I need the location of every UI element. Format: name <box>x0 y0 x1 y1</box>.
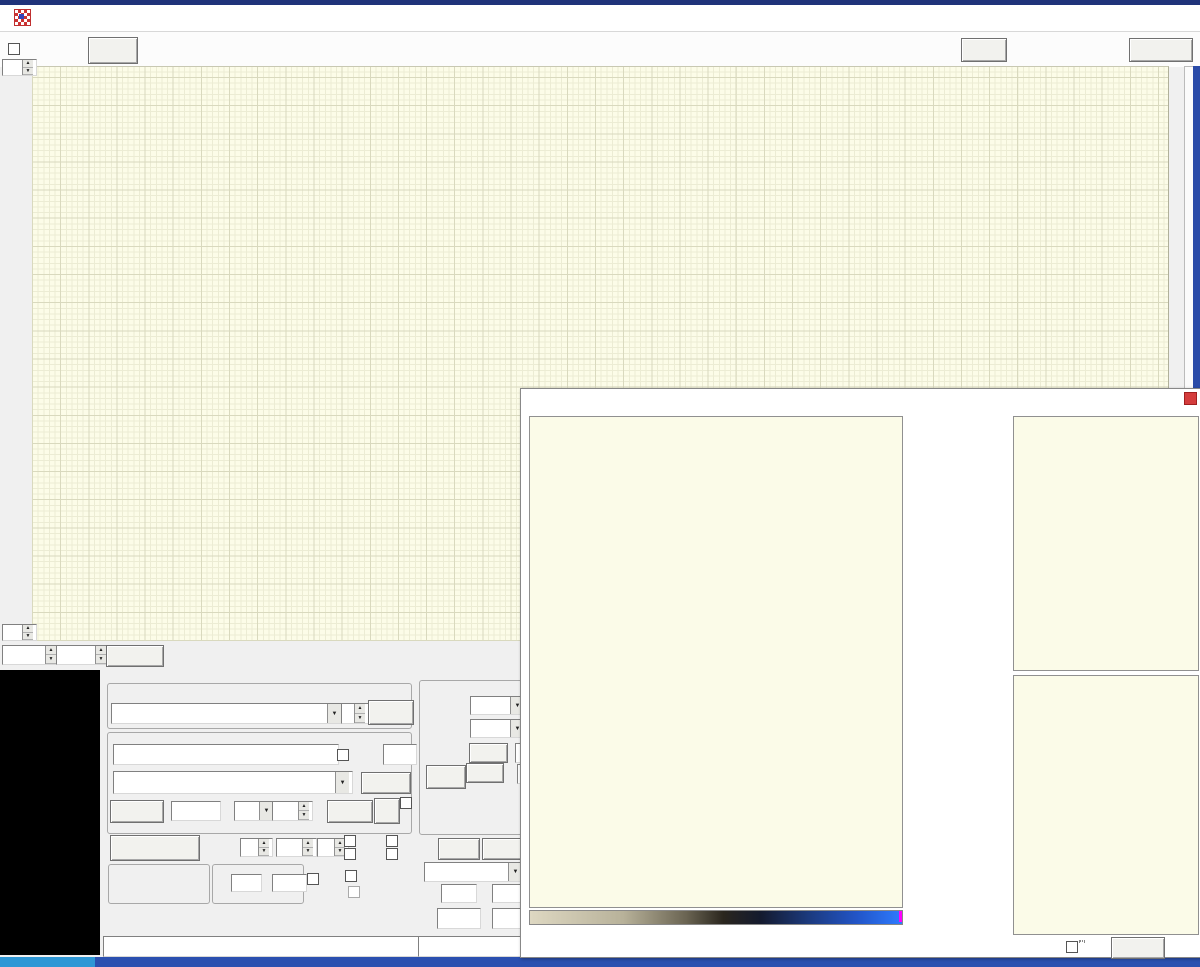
set-channel-button[interactable] <box>327 800 373 823</box>
quality-gradient-bar <box>529 910 903 925</box>
position-button[interactable] <box>469 743 508 763</box>
frequency-step-radios <box>112 876 206 896</box>
phase-chart-panel <box>1013 675 1199 935</box>
sr-auto-checkbox[interactable] <box>307 873 319 885</box>
dyn-spin1[interactable]: ▲ ▼ <box>240 838 273 857</box>
toolbar-checkbox-group <box>1010 35 1128 63</box>
sat-name-field[interactable] <box>113 744 339 765</box>
phase-save-button[interactable] <box>1111 937 1165 959</box>
device-combo[interactable]: ▼ <box>111 703 345 724</box>
gradient-end-tick <box>899 911 902 922</box>
device-index-spinner[interactable]: ▲ ▼ <box>341 703 369 724</box>
frequency-field[interactable] <box>171 801 221 821</box>
start-button[interactable] <box>368 700 414 725</box>
chevron-down-icon: ▼ <box>335 772 349 793</box>
autosize-button[interactable] <box>106 645 164 667</box>
start-freq-spinner[interactable]: ▲ ▼ <box>2 645 60 665</box>
fmin-field[interactable] <box>441 884 477 903</box>
gradient-scale-labels <box>521 925 921 937</box>
dynamical-spectrum-button[interactable] <box>110 835 200 861</box>
black-panel <box>0 670 100 955</box>
chevron-down-icon: ▼ <box>259 802 273 820</box>
load-button[interactable] <box>482 838 522 860</box>
phase-auto-checkbox[interactable] <box>1066 941 1078 953</box>
phase-auto-label <box>1079 940 1085 942</box>
noise-checkbox[interactable] <box>386 848 398 860</box>
sr-step-spinner[interactable]: ▲ ▼ <box>272 801 313 821</box>
usals-button[interactable] <box>426 765 466 789</box>
level-bottom-spinner[interactable]: ▲ ▼ <box>2 624 37 641</box>
finetune-button[interactable] <box>466 763 504 783</box>
calibr-checkbox[interactable] <box>386 835 398 847</box>
constellation-panel <box>529 416 903 908</box>
auto-checkbox[interactable] <box>8 43 20 55</box>
clear-loop-checkbox[interactable] <box>345 870 357 882</box>
custom-combo[interactable]: ▼ <box>424 862 526 882</box>
constellation-scatter <box>530 417 902 907</box>
level-top-spinner[interactable]: ▲ ▼ <box>2 59 37 76</box>
lo1-field[interactable] <box>437 908 481 929</box>
open-list-button[interactable] <box>361 772 411 794</box>
taskbar <box>95 957 1200 967</box>
chevron-down-icon: ▼ <box>327 704 341 723</box>
application-window: ▲ ▼ ▲ ▼ ▲ ▼ ▲ ▼ ▼ ▲ ▼ ▼ ▼ ▲ ▼ ▲ ▼ ▲ ▼ ▲ … <box>0 0 1200 967</box>
polarization-combo[interactable]: ▼ <box>234 801 277 821</box>
eng-checkbox[interactable] <box>400 797 412 809</box>
title-checkbox[interactable] <box>337 749 349 761</box>
sm9-checkbox[interactable] <box>344 848 356 860</box>
sm3-checkbox[interactable] <box>344 835 356 847</box>
cleantransp-button[interactable] <box>1129 38 1193 62</box>
feed-report-window <box>520 388 1200 959</box>
titlebar <box>0 5 1200 31</box>
status-bar-left <box>103 936 433 957</box>
save-button[interactable] <box>961 38 1007 62</box>
paint-button[interactable] <box>438 838 480 860</box>
app-icon <box>14 9 31 26</box>
transponder-combo[interactable]: ▼ <box>113 771 353 794</box>
code-field[interactable] <box>383 744 417 765</box>
close-icon[interactable] <box>1184 392 1197 405</box>
blindscan-button[interactable] <box>88 37 138 64</box>
modulation-legend <box>1014 421 1198 433</box>
max-field[interactable] <box>272 874 307 892</box>
status-bar-right <box>418 936 526 957</box>
phase-scatter <box>1014 676 1198 934</box>
span-spinner[interactable]: ▲ ▼ <box>56 645 110 665</box>
dyn-spin2[interactable]: ▲ ▼ <box>276 838 317 857</box>
toolbar <box>0 31 1200 67</box>
modulation-chart-panel <box>1013 416 1199 671</box>
min-field[interactable] <box>231 874 262 892</box>
snr-button[interactable] <box>374 798 400 824</box>
show-iq-checkbox[interactable] <box>348 886 360 898</box>
taskbar-left <box>0 957 95 967</box>
feed-report-button[interactable] <box>110 800 164 823</box>
modulation-plot <box>1014 434 1198 670</box>
